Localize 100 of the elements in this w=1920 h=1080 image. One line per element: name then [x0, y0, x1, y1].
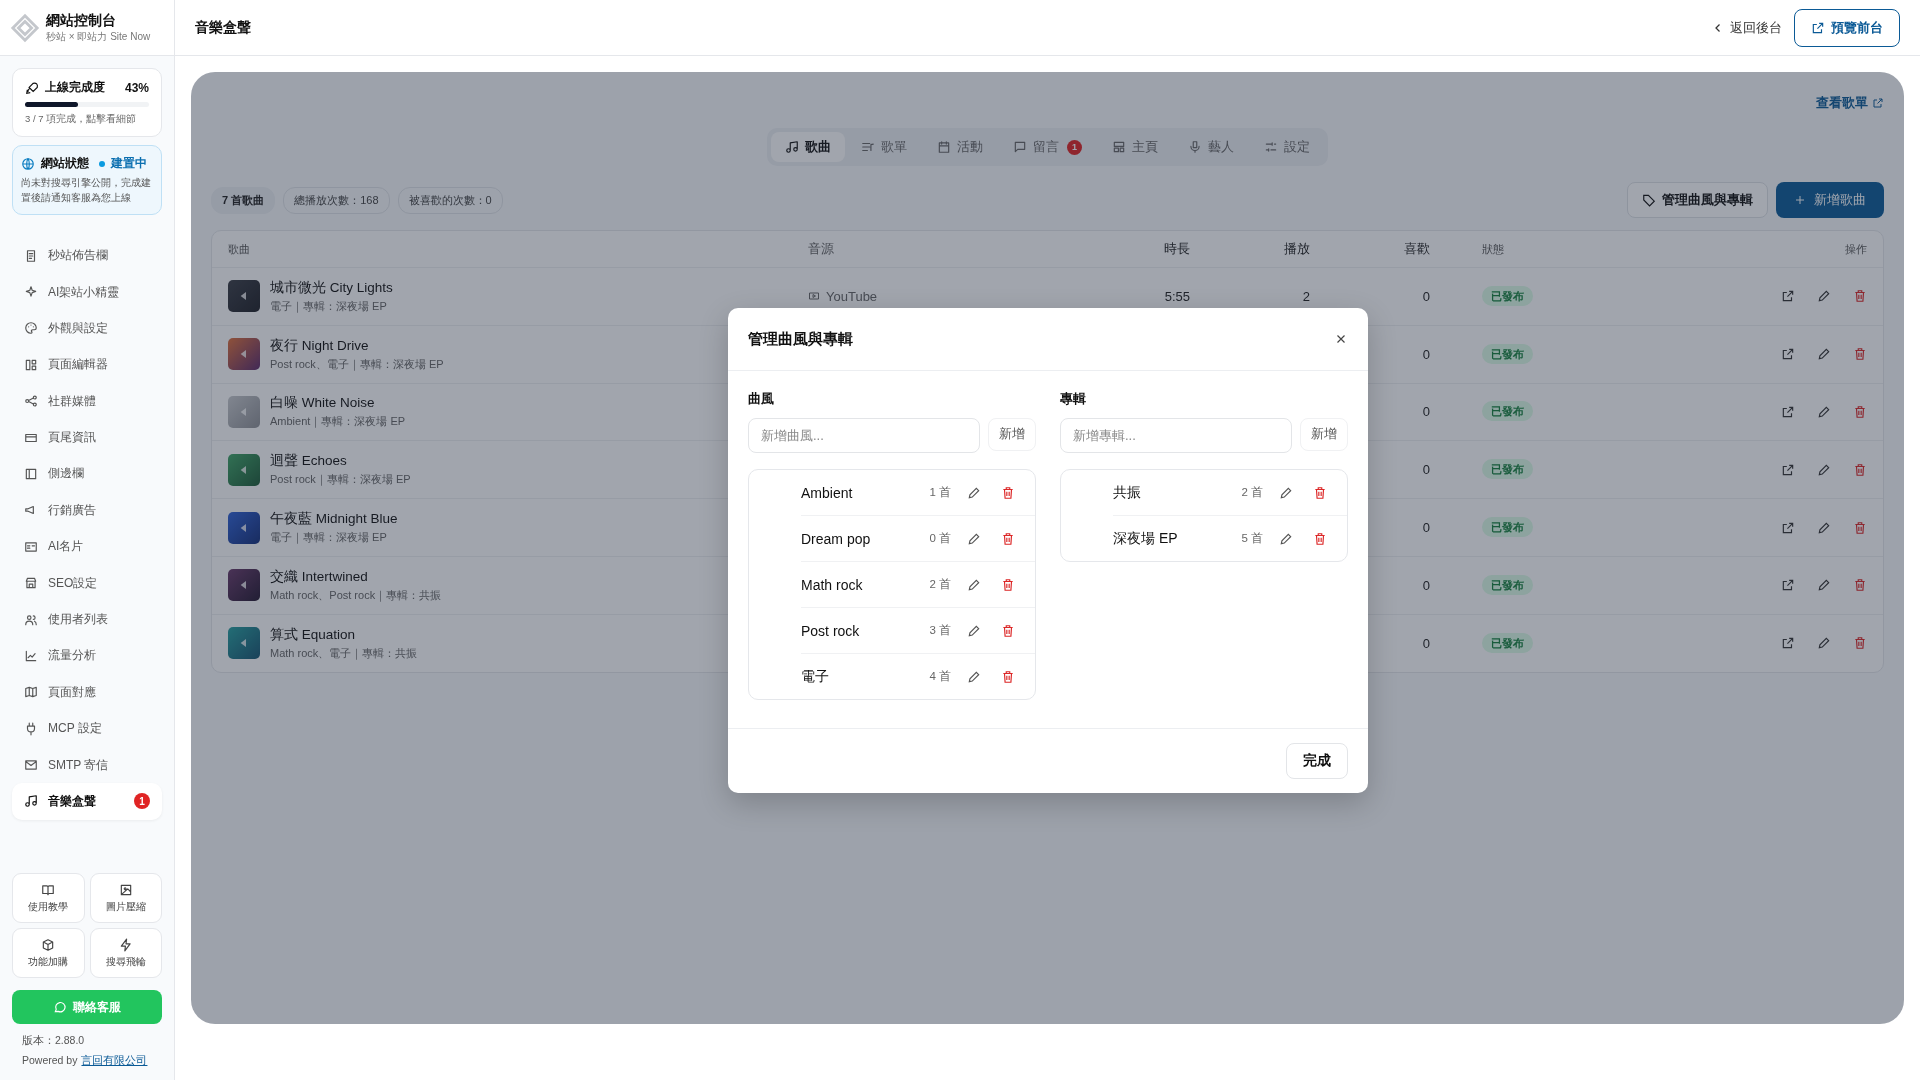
sidebar-item[interactable]: 頁面編輯器 — [12, 346, 162, 383]
song-meta: Math rock、Post rock｜專輯：共振 — [270, 587, 442, 603]
globe-icon — [21, 156, 35, 171]
tag-icon — [1642, 193, 1656, 207]
song-title: 白噪 White Noise — [270, 394, 376, 413]
clipboard-icon — [24, 248, 38, 263]
notification-badge: 1 — [1067, 139, 1082, 155]
done-button[interactable]: 完成 — [1286, 743, 1348, 779]
album-cover-thumbnail — [228, 338, 260, 371]
company-link[interactable]: 言回有限公司 — [81, 1054, 148, 1068]
pencil-icon[interactable] — [1817, 405, 1831, 419]
trash-icon[interactable] — [1001, 485, 1015, 500]
external-link-icon[interactable] — [1781, 462, 1795, 477]
song-meta: Math rock、電子｜專輯：共振 — [270, 645, 418, 661]
shortcut-button[interactable]: 搜尋飛輪 — [89, 928, 162, 978]
sidebar-item[interactable]: 外觀與設定 — [12, 310, 162, 347]
trash-icon[interactable] — [1853, 636, 1867, 651]
tab[interactable]: 留言 1 — [999, 132, 1096, 162]
external-link-icon[interactable] — [1781, 520, 1795, 535]
sidebar-item[interactable]: 秒站佈告欄 — [12, 237, 162, 274]
pencil-icon[interactable] — [1817, 347, 1831, 362]
sidebar-item[interactable]: SEO設定 — [12, 564, 162, 602]
trash-icon[interactable] — [1313, 485, 1327, 500]
sidebar-item[interactable]: AI名片 — [12, 528, 162, 565]
trash-icon[interactable] — [1853, 405, 1867, 419]
back-link[interactable]: 返回後台 — [1712, 18, 1782, 37]
sidebar-item[interactable]: 側邊欄 — [12, 455, 162, 493]
preview-button[interactable]: 預覽前台 — [1794, 8, 1900, 47]
trash-icon[interactable] — [1853, 289, 1867, 304]
song-meta: Post rock｜專輯：深夜場 EP — [270, 472, 411, 488]
section-heading: 專輯 — [1060, 391, 1087, 408]
pencil-icon[interactable] — [967, 577, 981, 592]
song-title: 算式 Equation — [270, 625, 357, 644]
trash-icon[interactable] — [1853, 347, 1867, 362]
album-cover-thumbnail — [228, 453, 260, 486]
id-card-icon — [24, 539, 38, 554]
trash-icon[interactable] — [1853, 520, 1867, 535]
add-button[interactable]: 新增 — [988, 418, 1036, 451]
pencil-icon[interactable] — [1817, 289, 1831, 304]
tab[interactable]: 歌曲 — [771, 132, 845, 162]
shortcut-button[interactable]: 圖片壓縮 — [89, 873, 162, 923]
view-playlist-link[interactable]: 查看歌單 — [1816, 92, 1884, 114]
song-meta: 電子｜專輯：深夜場 EP — [270, 298, 388, 314]
add-song-button[interactable]: 新增歌曲 — [1776, 182, 1884, 218]
sidebar-item[interactable]: 頁尾資訊 — [12, 419, 162, 456]
shortcut-button[interactable]: 功能加購 — [12, 928, 85, 978]
stat-chip: 7 首歌曲 — [211, 186, 276, 214]
column-header: 播放 — [1283, 240, 1311, 258]
pencil-icon[interactable] — [1817, 520, 1831, 535]
trash-icon[interactable] — [1001, 577, 1015, 592]
book-icon — [41, 882, 56, 897]
pencil-icon[interactable] — [1817, 462, 1831, 477]
trash-icon[interactable] — [1853, 462, 1867, 477]
pencil-icon[interactable] — [967, 623, 981, 638]
sidebar-item[interactable]: 社群媒體 — [12, 383, 162, 420]
input-field[interactable]: 新增專輯... — [1060, 418, 1292, 453]
external-link-icon[interactable] — [1781, 347, 1795, 362]
trash-icon[interactable] — [1001, 623, 1015, 638]
manage-genres-button[interactable]: 管理曲風與專輯 — [1627, 182, 1768, 218]
status-badge: 已發布 — [1482, 343, 1533, 364]
sidebar-item[interactable]: MCP 設定 — [12, 710, 162, 747]
pencil-icon[interactable] — [967, 669, 981, 684]
line-chart-icon — [24, 648, 38, 663]
sidebar-item[interactable]: 行銷廣告 — [12, 492, 162, 529]
song-title: 城市微光 City Lights — [270, 278, 393, 297]
palette-icon — [24, 321, 38, 336]
pencil-icon[interactable] — [1817, 578, 1831, 593]
input-field[interactable]: 新增曲風... — [748, 418, 980, 453]
chat-bubble-icon — [1013, 140, 1027, 154]
trash-icon[interactable] — [1853, 578, 1867, 593]
song-title: 夜行 Night Drive — [270, 336, 370, 355]
box-icon — [41, 937, 56, 952]
external-link-icon[interactable] — [1781, 289, 1795, 304]
sidebar-item[interactable]: SMTP 寄信 — [12, 746, 162, 784]
sidebar-item[interactable]: 流量分析 — [12, 637, 162, 675]
sidebar-panel-icon — [24, 466, 38, 481]
pencil-icon[interactable] — [1279, 485, 1293, 500]
powered-by-text: Powered by — [22, 1054, 78, 1068]
trash-icon[interactable] — [1001, 669, 1015, 684]
sidebar-item[interactable]: AI架站小精靈 — [12, 273, 162, 311]
song-count: 4 首 — [929, 669, 951, 684]
sidebar-item[interactable]: 使用者列表 — [12, 601, 162, 638]
add-button[interactable]: 新增 — [1300, 418, 1348, 451]
song-count: 0 首 — [929, 531, 951, 546]
sidebar-item[interactable]: 音樂盒聲 1 — [12, 783, 162, 820]
pencil-icon[interactable] — [967, 485, 981, 500]
status-value: 建置中 — [111, 155, 147, 172]
pencil-icon[interactable] — [967, 531, 981, 546]
progress-card[interactable]: 上線完成度 43% 3 / 7 項完成，點擊看細節 — [12, 68, 162, 137]
external-link-icon[interactable] — [1781, 405, 1795, 419]
sidebar-item[interactable]: 頁面對應 — [12, 674, 162, 711]
external-link-icon[interactable] — [1781, 636, 1795, 651]
trash-icon[interactable] — [1313, 531, 1327, 546]
shortcut-button[interactable]: 使用教學 — [12, 873, 85, 923]
pencil-icon[interactable] — [1279, 531, 1293, 546]
trash-icon[interactable] — [1001, 531, 1015, 546]
pencil-icon[interactable] — [1817, 636, 1831, 651]
duration-cell-text: 5:55 — [1163, 288, 1191, 304]
column-header: 喜歡 — [1403, 240, 1431, 258]
external-link-icon[interactable] — [1781, 578, 1795, 593]
